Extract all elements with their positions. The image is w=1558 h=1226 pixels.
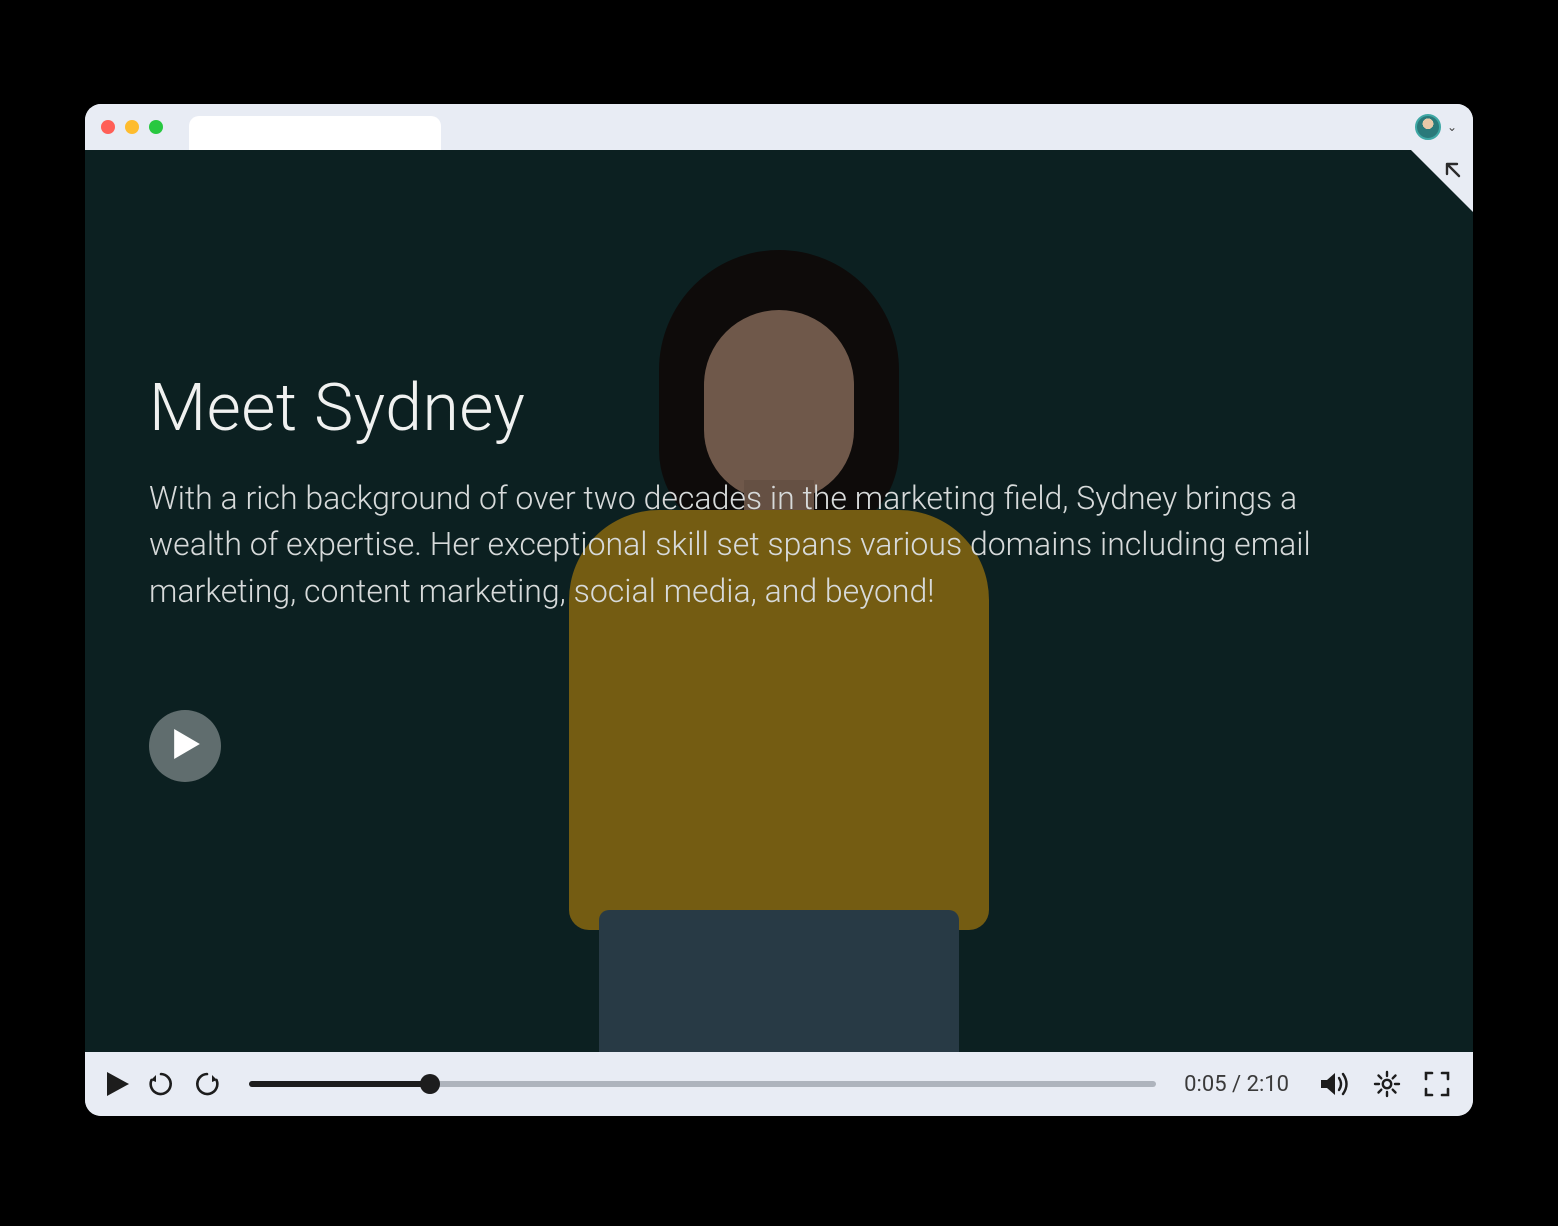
volume-button[interactable]: [1319, 1070, 1351, 1098]
slide-content: Meet Sydney With a rich background of ov…: [85, 150, 1473, 1052]
seek-fill: [249, 1081, 430, 1087]
window-titlebar: ⌄: [85, 104, 1473, 150]
slide-heading: Meet Sydney: [149, 370, 1409, 447]
maximize-icon[interactable]: [149, 120, 163, 134]
player-controls: 0:05 / 2:10: [85, 1052, 1473, 1116]
volume-icon: [1319, 1070, 1351, 1098]
play-overlay-button[interactable]: [149, 710, 221, 782]
rewind-icon: [147, 1070, 175, 1098]
chevron-down-icon[interactable]: ⌄: [1447, 120, 1457, 134]
seek-thumb[interactable]: [420, 1074, 440, 1094]
rewind-button[interactable]: [147, 1070, 175, 1098]
browser-tab[interactable]: [189, 116, 441, 150]
settings-button[interactable]: [1373, 1070, 1401, 1098]
current-time: 0:05: [1184, 1072, 1226, 1097]
gear-icon: [1373, 1070, 1401, 1098]
titlebar-right: ⌄: [1415, 114, 1457, 140]
app-window: ⌄ Meet Sydney With a rich background of …: [85, 104, 1473, 1116]
forward-button[interactable]: [193, 1070, 221, 1098]
seek-bar[interactable]: [249, 1081, 1156, 1087]
play-button[interactable]: [107, 1072, 129, 1096]
avatar[interactable]: [1415, 114, 1441, 140]
corner-fold[interactable]: [1411, 150, 1473, 212]
arrow-up-left-icon: [1443, 160, 1463, 185]
duration: 2:10: [1247, 1072, 1289, 1097]
time-display: 0:05 / 2:10: [1184, 1072, 1289, 1097]
play-icon: [107, 1072, 129, 1096]
forward-icon: [193, 1070, 221, 1098]
play-icon: [169, 729, 201, 763]
window-controls: [101, 120, 163, 134]
fullscreen-button[interactable]: [1423, 1070, 1451, 1098]
slide-body: With a rich background of over two decad…: [149, 475, 1379, 614]
right-controls: [1319, 1070, 1451, 1098]
fullscreen-icon: [1423, 1070, 1451, 1098]
close-icon[interactable]: [101, 120, 115, 134]
minimize-icon[interactable]: [125, 120, 139, 134]
slide-text: Meet Sydney With a rich background of ov…: [149, 370, 1409, 614]
